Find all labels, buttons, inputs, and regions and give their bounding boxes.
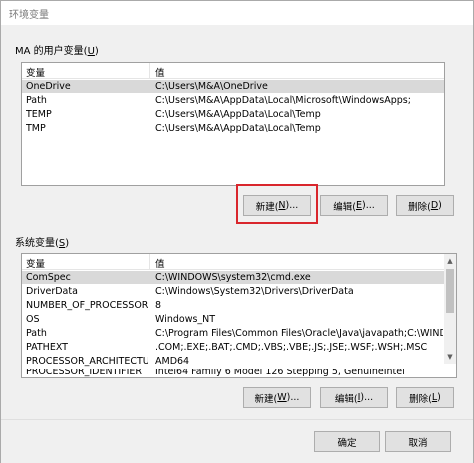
variable-name: TMP <box>26 123 46 134</box>
user-row-onedrive[interactable]: OneDrive C:\Users\M&A\OneDrive <box>22 80 444 93</box>
variable-value: C:\Users\M&A\OneDrive <box>155 81 268 92</box>
system-row-number-of-processors[interactable]: NUMBER_OF_PROCESSORS 8 <box>22 299 444 312</box>
title-bar[interactable]: 环境变量 <box>1 1 473 25</box>
column-separator[interactable] <box>149 254 150 270</box>
user-row-temp[interactable]: TEMP C:\Users\M&A\AppData\Local\Temp <box>22 108 444 121</box>
user-delete-button[interactable]: 删除(D) <box>396 195 454 216</box>
variable-name: PROCESSOR_IDENTIFIER <box>26 369 143 377</box>
system-new-button[interactable]: 新建(W)... <box>243 387 311 408</box>
system-delete-button[interactable]: 删除(L) <box>396 387 454 408</box>
column-header-variable[interactable]: 变量 <box>26 65 45 79</box>
variable-name: PROCESSOR_ARCHITECTURE <box>26 356 148 367</box>
system-list-header: 变量 值 <box>22 254 444 270</box>
user-variables-label: MA 的用户变量(U) <box>15 46 99 57</box>
variable-value: .COM;.EXE;.BAT;.CMD;.VBS;.VBE;.JS;.JSE;.… <box>155 342 428 353</box>
variable-name: Path <box>26 328 47 339</box>
system-row-os[interactable]: OS Windows_NT <box>22 313 444 326</box>
variable-name: DriverData <box>26 286 78 297</box>
variable-value: 8 <box>155 300 162 311</box>
cancel-button[interactable]: 取消 <box>385 431 451 452</box>
variable-value: C:\Users\M&A\AppData\Local\Microsoft\Win… <box>155 95 411 106</box>
column-header-value[interactable]: 值 <box>155 256 165 270</box>
scroll-up-arrow-icon[interactable]: ▲ <box>444 254 456 268</box>
user-variables-list[interactable]: 变量 值 OneDrive C:\Users\M&A\OneDrive Path… <box>21 62 445 186</box>
system-row-driverdata[interactable]: DriverData C:\Windows\System32\Drivers\D… <box>22 285 444 298</box>
variable-value: C:\Windows\System32\Drivers\DriverData <box>155 286 354 297</box>
variable-name: OS <box>26 314 40 325</box>
system-row-pathext[interactable]: PATHEXT .COM;.EXE;.BAT;.CMD;.VBS;.VBE;.J… <box>22 341 444 354</box>
user-row-path[interactable]: Path C:\Users\M&A\AppData\Local\Microsof… <box>22 94 444 107</box>
environment-variables-dialog: 环境变量 MA 的用户变量(U) 变量 值 OneDrive C:\Users\… <box>0 0 474 463</box>
user-new-button[interactable]: 新建(N)... <box>243 195 311 216</box>
column-header-value[interactable]: 值 <box>155 65 165 79</box>
column-header-variable[interactable]: 变量 <box>26 256 45 270</box>
scroll-thumb[interactable] <box>446 269 454 313</box>
user-row-tmp[interactable]: TMP C:\Users\M&A\AppData\Local\Temp <box>22 122 444 135</box>
variable-value: Windows_NT <box>155 314 216 325</box>
variable-value: Intel64 Family 6 Model 126 Stepping 5, G… <box>155 369 405 377</box>
window-title: 环境变量 <box>9 10 49 21</box>
system-edit-button[interactable]: 编辑(I)... <box>320 387 388 408</box>
variable-value: C:\WINDOWS\system32\cmd.exe <box>155 272 311 283</box>
variable-name: TEMP <box>26 109 52 120</box>
variable-value: C:\Program Files\Common Files\Oracle\Jav… <box>155 328 443 339</box>
variable-value: C:\Users\M&A\AppData\Local\Temp <box>155 109 321 120</box>
user-list-header: 变量 值 <box>22 63 444 79</box>
variable-name: PATHEXT <box>26 342 68 353</box>
ok-button[interactable]: 确定 <box>314 431 380 452</box>
variable-name: ComSpec <box>26 272 71 283</box>
variable-value: C:\Users\M&A\AppData\Local\Temp <box>155 123 321 134</box>
column-separator[interactable] <box>149 63 150 79</box>
system-variables-list[interactable]: 变量 值 ComSpec C:\WINDOWS\system32\cmd.exe… <box>21 253 457 378</box>
variable-name: Path <box>26 95 47 106</box>
variable-value: AMD64 <box>155 356 190 367</box>
scroll-down-arrow-icon[interactable]: ▼ <box>444 350 456 364</box>
variable-name: OneDrive <box>26 81 71 92</box>
system-variables-label: 系统变量(S) <box>15 238 70 249</box>
user-edit-button[interactable]: 编辑(E)... <box>320 195 388 216</box>
variable-name: NUMBER_OF_PROCESSORS <box>26 300 148 311</box>
system-row-processor-architecture[interactable]: PROCESSOR_ARCHITECTURE AMD64 <box>22 355 444 368</box>
system-row-path[interactable]: Path C:\Program Files\Common Files\Oracl… <box>22 327 444 340</box>
system-row-comspec[interactable]: ComSpec C:\WINDOWS\system32\cmd.exe <box>22 271 444 284</box>
system-row-processor-identifier[interactable]: PROCESSOR_IDENTIFIER Intel64 Family 6 Mo… <box>22 369 444 377</box>
system-vertical-scrollbar[interactable]: ▲ ▼ <box>444 254 456 364</box>
